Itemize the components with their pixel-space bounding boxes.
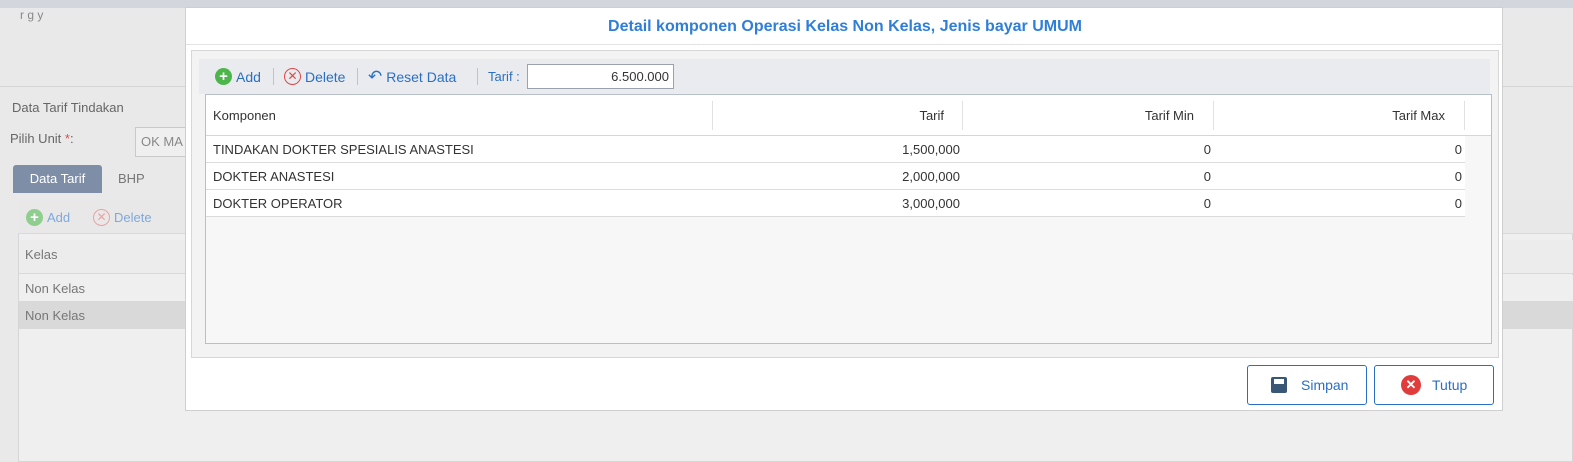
tutup-button[interactable]: ✕ Tutup [1374, 365, 1494, 405]
column-tarif-max[interactable]: Tarif Max [1213, 95, 1445, 136]
delete-button[interactable]: ✕ Delete [284, 59, 345, 94]
toolbar-separator [477, 68, 478, 85]
unit-label: Pilih Unit *: [10, 131, 74, 146]
bg-add-button[interactable]: + Add [26, 209, 70, 226]
tab-data-tarif[interactable]: Data Tarif [13, 165, 102, 193]
column-tarif-min[interactable]: Tarif Min [962, 95, 1194, 136]
cell-tarif-max: 0 [1454, 196, 1462, 211]
delete-icon: ✕ [93, 209, 110, 226]
tarif-input[interactable] [527, 64, 674, 89]
cell-komponen: TINDAKAN DOKTER SPESIALIS ANASTESI [213, 142, 474, 157]
reset-label: Reset Data [386, 68, 457, 85]
komponen-grid: Komponen Tarif Tarif Min Tarif Max TINDA… [205, 94, 1492, 344]
delete-label: Delete [305, 68, 346, 85]
table-row[interactable]: DOKTER OPERATOR 3,000,000 0 0 [206, 190, 1465, 217]
bg-delete-label: Delete [114, 210, 152, 225]
undo-icon: ↶ [368, 67, 383, 86]
reset-data-button[interactable]: ↶ Reset Data [368, 59, 456, 94]
add-label: Add [236, 68, 261, 85]
close-icon: ✕ [1401, 375, 1421, 395]
toolbar-separator [273, 68, 274, 85]
cell-tarif: 3,000,000 [902, 196, 960, 211]
column-tarif[interactable]: Tarif [712, 95, 944, 136]
unit-label-suffix: : [69, 131, 74, 146]
simpan-label: Simpan [1301, 377, 1349, 393]
dialog-title: Detail komponen Operasi Kelas Non Kelas,… [186, 8, 1504, 45]
cell-tarif-min: 0 [1203, 196, 1211, 211]
cell-komponen: DOKTER ANASTESI [213, 169, 335, 184]
add-button[interactable]: + Add [215, 59, 261, 94]
cell-tarif-min: 0 [1203, 169, 1211, 184]
save-icon [1271, 377, 1287, 393]
toolbar-separator [357, 68, 358, 85]
tarif-label: Tarif : [488, 69, 520, 84]
simpan-button[interactable]: Simpan [1247, 365, 1367, 405]
top-bar-text: r g y [20, 8, 44, 22]
grid-header: Komponen Tarif Tarif Min Tarif Max [206, 95, 1491, 136]
cell-tarif-max: 0 [1454, 142, 1462, 157]
add-icon: + [26, 209, 43, 226]
cell-komponen: DOKTER OPERATOR [213, 196, 343, 211]
cell-tarif-max: 0 [1454, 169, 1462, 184]
section-title: Data Tarif Tindakan [12, 100, 124, 115]
delete-icon: ✕ [284, 68, 301, 85]
column-komponen[interactable]: Komponen [213, 95, 276, 136]
row-kelas: Non Kelas [25, 308, 85, 323]
column-separator [1464, 101, 1465, 130]
table-row[interactable]: TINDAKAN DOKTER SPESIALIS ANASTESI 1,500… [206, 136, 1465, 163]
cell-tarif-min: 0 [1203, 142, 1211, 157]
cell-tarif: 2,000,000 [902, 169, 960, 184]
bg-delete-button[interactable]: ✕ Delete [93, 209, 152, 226]
row-kelas: Non Kelas [25, 281, 85, 296]
add-icon: + [215, 68, 232, 85]
bg-add-label: Add [47, 210, 71, 225]
detail-komponen-dialog: Detail komponen Operasi Kelas Non Kelas,… [185, 7, 1504, 411]
cell-tarif: 1,500,000 [902, 142, 960, 157]
component-toolbar: + Add ✕ Delete ↶ Reset Data Tarif : [199, 59, 1490, 94]
table-row[interactable]: DOKTER ANASTESI 2,000,000 0 0 [206, 163, 1465, 190]
unit-label-text: Pilih Unit [10, 131, 62, 146]
tutup-label: Tutup [1432, 377, 1468, 393]
tab-bhp[interactable]: BHP [118, 165, 145, 193]
column-kelas: Kelas [25, 247, 58, 262]
